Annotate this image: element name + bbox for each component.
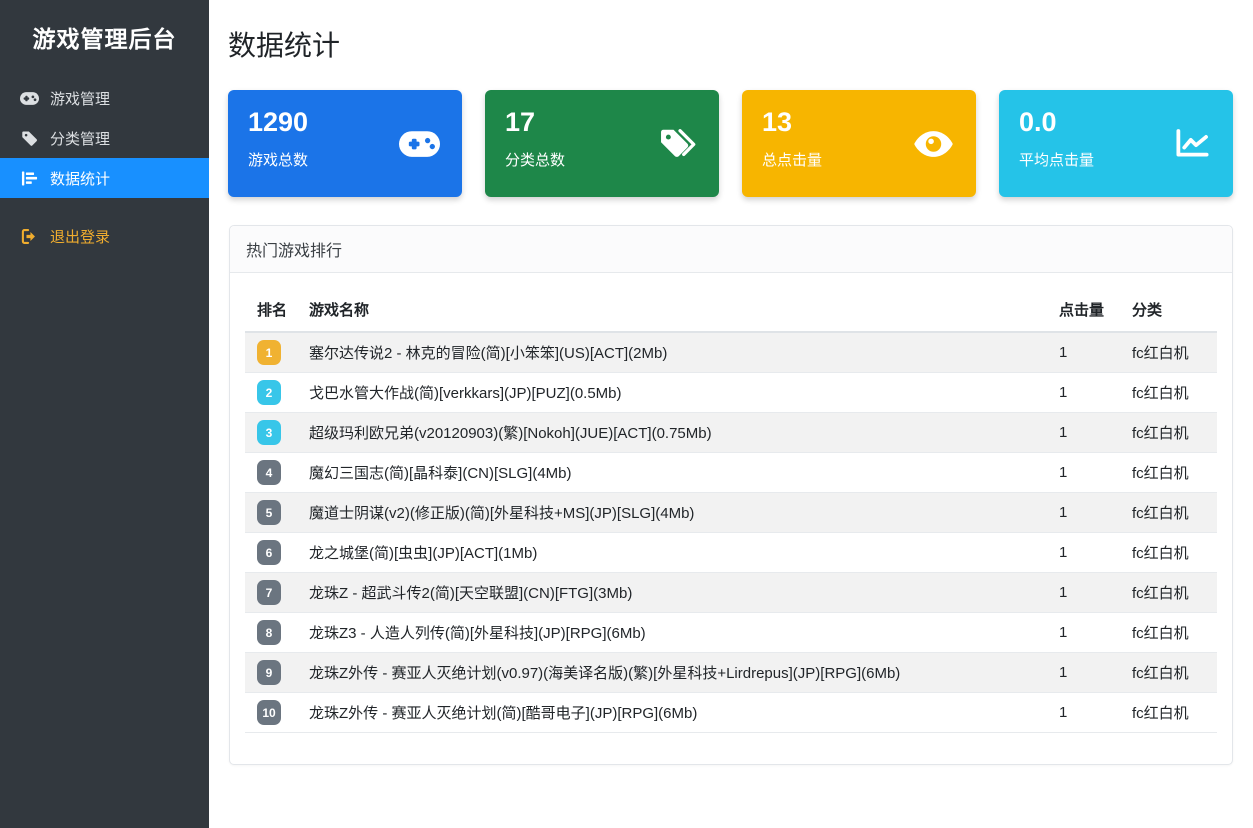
- category-cell: fc红白机: [1120, 652, 1217, 693]
- stat-card-总点击量: 13 总点击量: [742, 90, 976, 197]
- rank-badge: 5: [257, 500, 281, 525]
- app-title: 游戏管理后台: [32, 26, 177, 52]
- category-cell: fc红白机: [1120, 532, 1217, 573]
- clicks-cell: 1: [1047, 652, 1120, 693]
- rank-badge: 3: [257, 420, 281, 445]
- stat-card-分类总数: 17 分类总数: [485, 90, 719, 197]
- category-cell: fc红白机: [1120, 572, 1217, 613]
- game-name-cell: 龙珠Z - 超武斗传2(简)[天空联盟](CN)[FTG](3Mb): [297, 572, 1047, 613]
- rank-badge: 9: [257, 660, 281, 685]
- clicks-cell: 1: [1047, 572, 1120, 613]
- chart-bar-icon: [20, 170, 39, 187]
- clicks-cell: 1: [1047, 492, 1120, 533]
- rank-badge: 10: [257, 700, 281, 725]
- game-name-cell: 龙珠Z外传 - 赛亚人灭绝计划(v0.97)(海美译名版)(繁)[外星科技+Li…: [297, 652, 1047, 693]
- gamepad-icon: [20, 91, 39, 105]
- clicks-cell: 1: [1047, 452, 1120, 493]
- category-cell: fc红白机: [1120, 372, 1217, 413]
- sidebar-item-logout[interactable]: 退出登录: [0, 216, 209, 256]
- table-row: 10 龙珠Z外传 - 赛亚人灭绝计划(简)[酷哥电子](JP)[RPG](6Mb…: [245, 692, 1217, 733]
- sidebar-item-游戏管理[interactable]: 游戏管理: [0, 78, 209, 118]
- sidebar-item-分类管理[interactable]: 分类管理: [0, 118, 209, 158]
- page-title: 数据统计: [228, 30, 341, 61]
- table-row: 4 魔幻三国志(简)[晶科泰](CN)[SLG](4Mb) 1 fc红白机: [245, 452, 1217, 493]
- rank-badge: 4: [257, 460, 281, 485]
- rank-badge: 8: [257, 620, 281, 645]
- tags-icon: [20, 130, 39, 147]
- tags-icon: [659, 127, 697, 160]
- clicks-cell: 1: [1047, 532, 1120, 573]
- column-header-name: 游戏名称: [297, 288, 1047, 333]
- game-name-cell: 塞尔达传说2 - 林克的冒险(简)[小笨笨](US)[ACT](2Mb): [297, 332, 1047, 373]
- rank-badge: 2: [257, 380, 281, 405]
- table-row: 5 魔道士阴谋(v2)(修正版)(简)[外星科技+MS](JP)[SLG](4M…: [245, 492, 1217, 533]
- table-row: 3 超级玛利欧兄弟(v20120903)(繁)[Nokoh](JUE)[ACT]…: [245, 412, 1217, 453]
- stat-card-游戏总数: 1290 游戏总数: [228, 90, 462, 197]
- clicks-cell: 1: [1047, 332, 1120, 373]
- rank-badge: 1: [257, 340, 281, 365]
- stat-card-平均点击量: 0.0 平均点击量: [999, 90, 1233, 197]
- table-row: 8 龙珠Z3 - 人造人列传(简)[外星科技](JP)[RPG](6Mb) 1 …: [245, 612, 1217, 653]
- category-cell: fc红白机: [1120, 612, 1217, 653]
- table-row: 9 龙珠Z外传 - 赛亚人灭绝计划(v0.97)(海美译名版)(繁)[外星科技+…: [245, 652, 1217, 693]
- chart-line-icon: [1174, 127, 1211, 160]
- game-name-cell: 龙之城堡(简)[虫虫](JP)[ACT](1Mb): [297, 532, 1047, 573]
- sign-out-icon: [20, 228, 39, 245]
- column-header-category: 分类: [1120, 288, 1217, 333]
- ranking-table: 排名 游戏名称 点击量 分类 1 塞尔达传说2 - 林克的冒险(简)[小笨笨](…: [245, 288, 1217, 733]
- ranking-panel: 热门游戏排行 排名 游戏名称 点击量 分类 1 塞尔达传说2 - 林克的冒险(简…: [229, 225, 1233, 765]
- panel-title: 热门游戏排行: [230, 226, 1232, 273]
- sidebar-menu: 游戏管理 分类管理 数据统计: [0, 78, 209, 198]
- game-name-cell: 龙珠Z外传 - 赛亚人灭绝计划(简)[酷哥电子](JP)[RPG](6Mb): [297, 692, 1047, 733]
- clicks-cell: 1: [1047, 412, 1120, 453]
- rank-badge: 6: [257, 540, 281, 565]
- game-name-cell: 魔道士阴谋(v2)(修正版)(简)[外星科技+MS](JP)[SLG](4Mb): [297, 492, 1047, 533]
- game-name-cell: 超级玛利欧兄弟(v20120903)(繁)[Nokoh](JUE)[ACT](0…: [297, 412, 1047, 453]
- game-name-cell: 戈巴水管大作战(简)[verkkars](JP)[PUZ](0.5Mb): [297, 372, 1047, 413]
- table-header-row: 排名 游戏名称 点击量 分类: [245, 288, 1217, 333]
- table-row: 6 龙之城堡(简)[虫虫](JP)[ACT](1Mb) 1 fc红白机: [245, 532, 1217, 573]
- rank-badge: 7: [257, 580, 281, 605]
- column-header-rank: 排名: [245, 288, 297, 333]
- category-cell: fc红白机: [1120, 332, 1217, 373]
- category-cell: fc红白机: [1120, 692, 1217, 733]
- table-row: 2 戈巴水管大作战(简)[verkkars](JP)[PUZ](0.5Mb) 1…: [245, 372, 1217, 413]
- sidebar: 游戏管理后台 游戏管理 分类管理 数据统计 退出登录: [0, 0, 209, 828]
- column-header-clicks: 点击量: [1047, 288, 1120, 333]
- gamepad-icon: [399, 130, 440, 157]
- sidebar-item-数据统计[interactable]: 数据统计: [0, 158, 209, 198]
- stat-cards-row: 1290 游戏总数 17 分类总数 13 总点击量 0.0 平均点击量: [228, 90, 1233, 197]
- category-cell: fc红白机: [1120, 492, 1217, 533]
- main-content: 数据统计 1290 游戏总数 17 分类总数 13 总点击量 0.0 平均点击量…: [209, 0, 1253, 828]
- category-cell: fc红白机: [1120, 412, 1217, 453]
- clicks-cell: 1: [1047, 612, 1120, 653]
- category-cell: fc红白机: [1120, 452, 1217, 493]
- table-row: 1 塞尔达传说2 - 林克的冒险(简)[小笨笨](US)[ACT](2Mb) 1…: [245, 332, 1217, 373]
- eye-icon: [913, 130, 954, 158]
- clicks-cell: 1: [1047, 692, 1120, 733]
- game-name-cell: 魔幻三国志(简)[晶科泰](CN)[SLG](4Mb): [297, 452, 1047, 493]
- game-name-cell: 龙珠Z3 - 人造人列传(简)[外星科技](JP)[RPG](6Mb): [297, 612, 1047, 653]
- table-row: 7 龙珠Z - 超武斗传2(简)[天空联盟](CN)[FTG](3Mb) 1 f…: [245, 572, 1217, 613]
- clicks-cell: 1: [1047, 372, 1120, 413]
